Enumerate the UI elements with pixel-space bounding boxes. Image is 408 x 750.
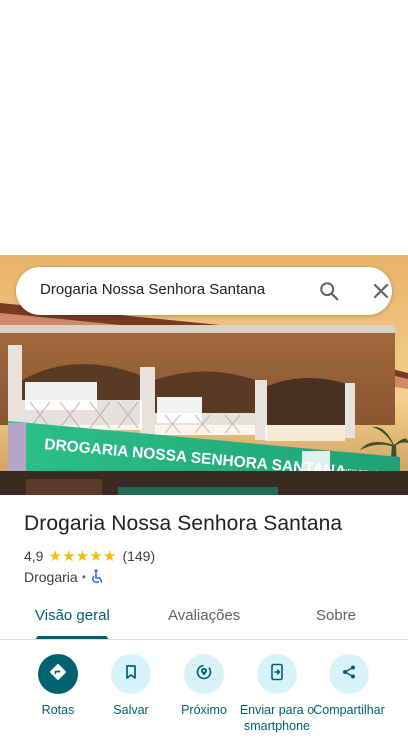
rating-row[interactable]: 4,9 ★ ★ ★ ★ ★ (149) xyxy=(24,546,155,566)
directions-button[interactable]: Rotas xyxy=(18,654,98,718)
category-row: Drogaria • xyxy=(24,567,104,587)
star-icon: ★ xyxy=(62,547,76,565)
bookmark-icon xyxy=(124,664,138,685)
search-bar[interactable]: Drogaria Nossa Senhora Santana xyxy=(16,267,392,315)
directions-button-circle[interactable] xyxy=(38,654,78,694)
share-button[interactable]: Compartilhar xyxy=(309,654,389,718)
save-button[interactable]: Salvar xyxy=(91,654,171,718)
star-icon: ★ xyxy=(48,547,62,565)
nearby-button[interactable]: Próximo xyxy=(164,654,244,718)
nearby-button-circle[interactable] xyxy=(184,654,224,694)
active-tab-indicator xyxy=(36,636,108,639)
tab-reviews[interactable]: Avaliações xyxy=(168,607,240,624)
share-button-circle[interactable] xyxy=(329,654,369,694)
star-icon: ★ xyxy=(75,547,90,565)
send-to-phone-button-circle[interactable] xyxy=(257,654,297,694)
nearby-label: Próximo xyxy=(181,703,227,717)
send-to-phone-label: Enviar para o smartphone xyxy=(239,703,315,733)
wheelchair-accessible-icon xyxy=(90,569,104,585)
reviews-count[interactable]: (149) xyxy=(122,548,155,564)
close-icon[interactable] xyxy=(368,279,394,303)
star-rating: ★ ★ ★ ★ ★ xyxy=(48,549,116,564)
tab-about[interactable]: Sobre xyxy=(316,607,356,624)
save-button-circle[interactable] xyxy=(111,654,151,694)
directions-label: Rotas xyxy=(41,703,75,717)
tab-overview[interactable]: Visão geral xyxy=(35,607,110,624)
map-area[interactable] xyxy=(0,0,408,255)
save-label: Salvar xyxy=(113,703,149,717)
tab-bar: Visão geral Avaliações Sobre xyxy=(0,596,408,640)
directions-icon xyxy=(49,663,67,686)
search-query-text[interactable]: Drogaria Nossa Senhora Santana xyxy=(40,281,265,298)
place-title: Drogaria Nossa Senhora Santana xyxy=(24,512,343,535)
send-to-phone-button[interactable]: Enviar para o smartphone xyxy=(237,654,317,734)
star-icon: ★ xyxy=(102,547,117,565)
search-icon[interactable] xyxy=(316,279,342,303)
star-icon: ★ xyxy=(89,547,103,565)
share-icon xyxy=(341,664,357,685)
place-category: Drogaria xyxy=(24,569,78,585)
separator-dot: • xyxy=(81,570,86,584)
rating-value: 4,9 xyxy=(24,548,44,564)
share-label: Compartilhar xyxy=(313,703,385,717)
nearby-icon xyxy=(195,663,213,686)
send-to-phone-icon xyxy=(270,663,284,686)
